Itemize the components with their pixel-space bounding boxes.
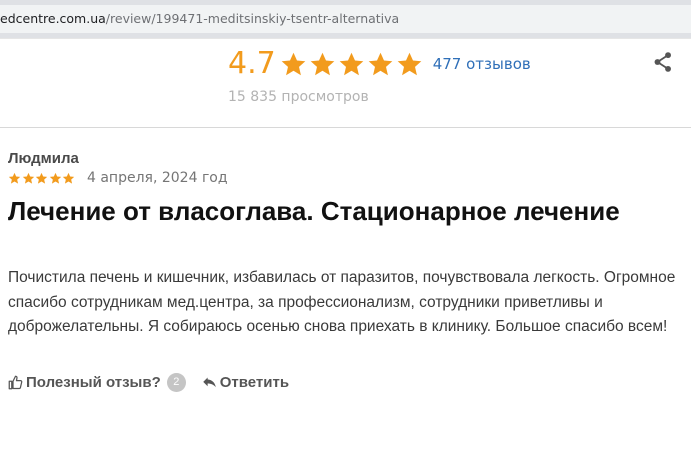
star-icon	[62, 172, 75, 184]
review-stars	[8, 172, 76, 185]
star-icon	[281, 52, 306, 75]
helpful-count-badge: 2	[166, 373, 186, 392]
star-icon	[8, 172, 21, 184]
rating-summary: 4.7 477 отзывов	[228, 46, 531, 82]
helpful-label: Полезный отзыв?	[26, 374, 161, 391]
review-date: 4 апреля, 2024 год	[87, 170, 228, 186]
rating-value: 4.7	[228, 46, 276, 81]
review-author: Людмила	[8, 150, 79, 167]
review-title: Лечение от власоглава. Стационарное лече…	[8, 196, 620, 226]
review-actions: Полезный отзыв? 2 Ответить	[8, 373, 289, 392]
url-field[interactable]: edcentre.com.ua/review/199471-meditsinsk…	[0, 5, 691, 33]
star-icon	[49, 172, 61, 184]
share-icon[interactable]	[652, 51, 674, 73]
helpful-button[interactable]: Полезный отзыв? 2	[8, 373, 186, 392]
url-domain: edcentre.com.ua	[0, 11, 106, 26]
star-icon	[310, 52, 335, 75]
reply-button[interactable]: Ответить	[202, 374, 289, 391]
star-icon	[35, 172, 48, 184]
star-icon	[368, 52, 393, 75]
thumbs-up-icon	[8, 375, 23, 390]
reviews-count-link[interactable]: 477 отзывов	[433, 46, 531, 82]
reply-arrow-icon	[203, 377, 216, 388]
rating-stars	[280, 51, 425, 78]
star-icon	[339, 52, 364, 75]
star-icon	[22, 172, 34, 184]
review-body: Почистила печень и кишечник, избавилась …	[8, 269, 676, 335]
reply-label: Ответить	[219, 374, 290, 391]
browser-address-bar: edcentre.com.ua/review/199471-meditsinsk…	[0, 0, 691, 38]
star-icon	[397, 52, 422, 75]
url-path: /review/199471-meditsinskiy-tsentr-alter…	[105, 11, 400, 26]
views-count: 15 835 просмотров	[228, 89, 369, 105]
divider	[0, 38, 691, 39]
